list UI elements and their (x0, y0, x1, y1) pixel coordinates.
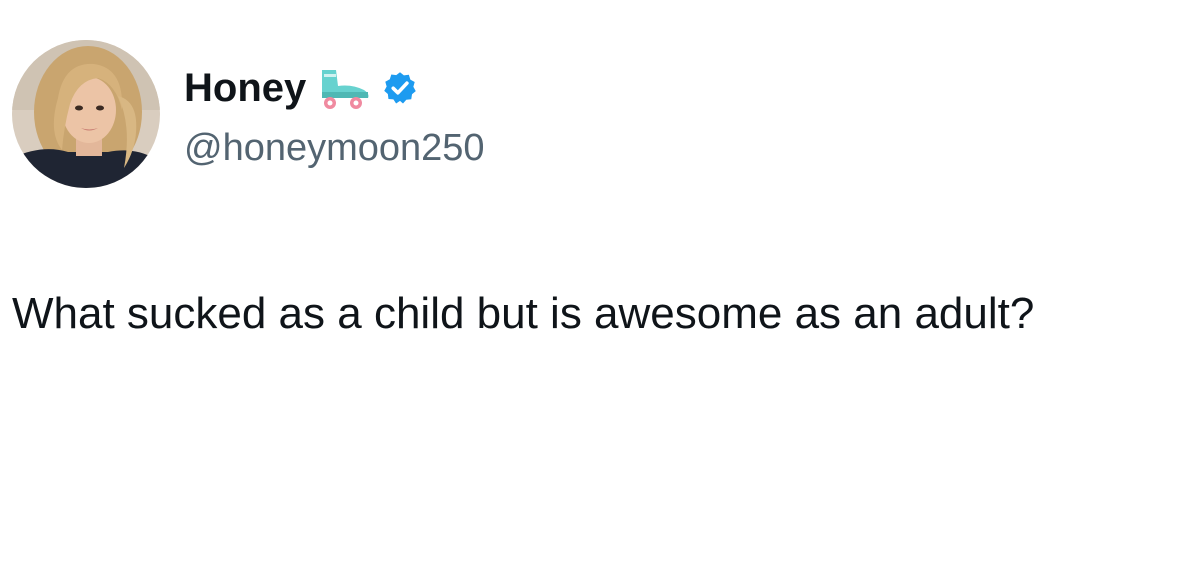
display-name[interactable]: Honey (184, 62, 306, 114)
author-name-row: Honey (184, 62, 418, 114)
roller-skate-icon (316, 66, 372, 110)
verified-badge-icon (382, 70, 418, 106)
avatar[interactable] (12, 40, 160, 188)
tweet-card: Honey @honeymoon250 What sucked as a chi… (0, 0, 1200, 576)
author-handle[interactable]: @honeymoon250 (184, 124, 485, 172)
avatar-image (12, 40, 160, 188)
tweet-text: What sucked as a child but is awesome as… (12, 289, 1035, 338)
